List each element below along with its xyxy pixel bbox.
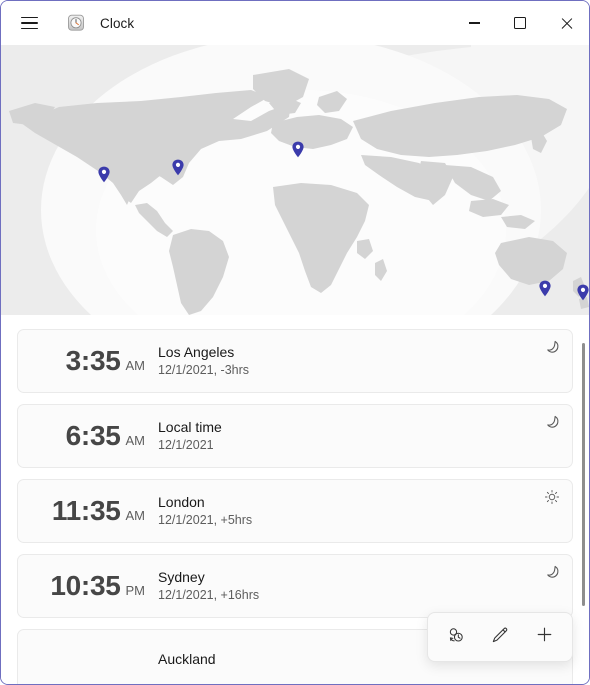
- moon-icon: [543, 563, 561, 581]
- clock-time-ampm: AM: [125, 433, 146, 448]
- clock-meta: 12/1/2021, -3hrs: [158, 363, 250, 378]
- hamburger-line: [20, 16, 38, 19]
- clock-meta: 12/1/2021, +5hrs: [158, 513, 253, 528]
- clock-card[interactable]: 6:35 AM Local time 12/1/2021: [17, 404, 573, 468]
- clock-app-window: Clock 3:35 AM Los Angeles 12/1/2021, -3h…: [0, 0, 590, 685]
- hamburger-line: [20, 27, 38, 30]
- clock-info: Los Angeles 12/1/2021, -3hrs: [158, 344, 249, 377]
- clock-meta: 12/1/2021: [158, 438, 214, 453]
- clock-time-value: 10:35: [50, 570, 121, 601]
- clock-info: Local time 12/1/2021: [158, 419, 222, 452]
- clock-time: 6:35 AM: [18, 420, 158, 452]
- clock-time-value: 11:35: [51, 495, 121, 526]
- close-button[interactable]: [543, 1, 589, 45]
- clock-info: Sydney 12/1/2021, +16hrs: [158, 569, 259, 602]
- edit-button[interactable]: [478, 618, 522, 656]
- moon-icon: [543, 413, 561, 431]
- clock-time-ampm: AM: [125, 508, 146, 523]
- maximize-button[interactable]: [497, 1, 543, 45]
- edit-pencil-icon: [491, 626, 509, 649]
- map-pin-los-angeles[interactable]: [98, 166, 111, 183]
- clock-card[interactable]: 10:35 PM Sydney 12/1/2021, +16hrs: [17, 554, 573, 618]
- clock-card[interactable]: 3:35 AM Los Angeles 12/1/2021, -3hrs: [17, 329, 573, 393]
- world-map-graphic: [1, 45, 589, 315]
- clock-city: Sydney: [158, 569, 205, 586]
- clock-meta: 12/1/2021, +16hrs: [158, 588, 260, 603]
- clock-time-ampm: PM: [125, 583, 146, 598]
- clock-time: 11:35 AM: [18, 495, 158, 527]
- map-pin-local-time[interactable]: [172, 159, 185, 176]
- sun-icon: [543, 488, 561, 506]
- map-pin-sydney[interactable]: [539, 280, 552, 297]
- map-pin-auckland[interactable]: [577, 284, 590, 301]
- clock-time: 3:35 AM: [18, 345, 158, 377]
- app-title: Clock: [100, 15, 135, 31]
- clock-city: London: [158, 494, 205, 511]
- maximize-icon: [514, 17, 526, 29]
- clock-info: Auckland: [158, 651, 216, 670]
- add-plus-icon: [535, 625, 554, 649]
- clock-time-ampm: AM: [125, 358, 146, 373]
- compare-clocks-button[interactable]: [434, 618, 478, 656]
- clock-info: London 12/1/2021, +5hrs: [158, 494, 252, 527]
- moon-icon: [543, 338, 561, 356]
- minimize-icon: [468, 22, 480, 24]
- clock-time: 10:35 PM: [18, 570, 158, 602]
- world-map[interactable]: [1, 45, 589, 315]
- clock-list: 3:35 AM Los Angeles 12/1/2021, -3hrs 6:3…: [1, 315, 589, 684]
- minimize-button[interactable]: [451, 1, 497, 45]
- command-bar: [427, 612, 573, 662]
- list-scrollbar[interactable]: [582, 343, 585, 656]
- clock-city: Auckland: [158, 651, 216, 668]
- compare-clocks-icon: [447, 626, 465, 649]
- clock-city: Los Angeles: [158, 344, 235, 361]
- scrollbar-thumb[interactable]: [582, 343, 585, 606]
- hamburger-line: [20, 22, 38, 24]
- clock-time-value: 6:35: [65, 420, 121, 451]
- alarm-clock-icon: [66, 13, 86, 33]
- add-clock-button[interactable]: [522, 618, 566, 656]
- close-icon: [560, 17, 573, 30]
- window-controls: [451, 1, 589, 45]
- hamburger-menu-icon[interactable]: [7, 5, 51, 41]
- clock-time-value: 3:35: [65, 345, 121, 376]
- title-bar: Clock: [1, 1, 589, 45]
- map-pin-london[interactable]: [292, 141, 305, 158]
- clock-city: Local time: [158, 419, 222, 436]
- clock-card[interactable]: 11:35 AM London 12/1/2021, +5hrs: [17, 479, 573, 543]
